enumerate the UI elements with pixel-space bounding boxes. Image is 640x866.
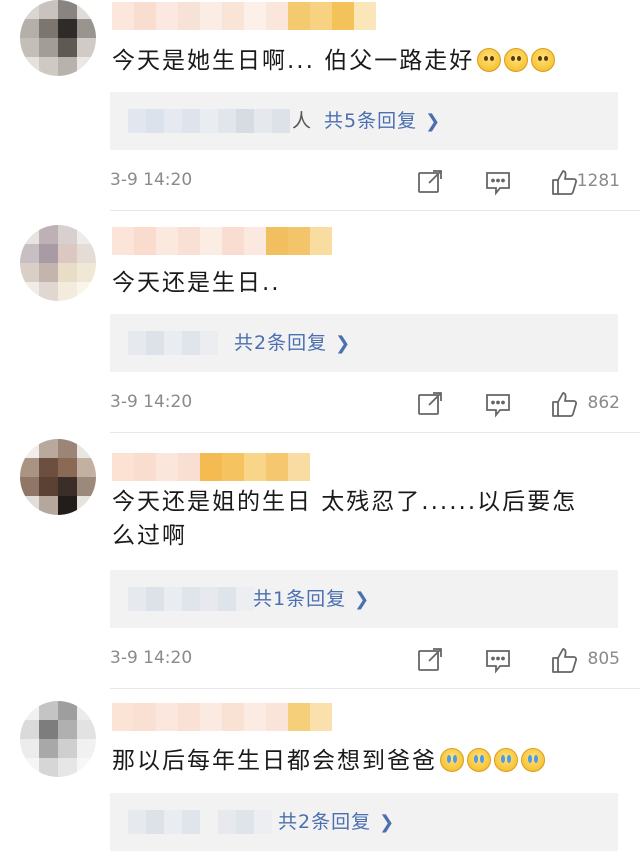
avatar[interactable] <box>20 225 96 301</box>
view-replies-label: 共5条回复 <box>324 110 418 132</box>
view-replies-label: 共1条回复 <box>253 588 347 610</box>
sad-face-emoji-icon <box>531 48 556 72</box>
avatar[interactable] <box>20 0 96 76</box>
username-redacted[interactable] <box>112 227 332 255</box>
comment-text: 今天是她生日啊... 伯父一路走好 <box>112 44 600 78</box>
comment-body: 那以后每年生日都会想到爸爸 <box>112 748 437 774</box>
username-redacted[interactable] <box>112 2 376 30</box>
reply-summary[interactable]: 人 共5条回复 ❯ <box>110 92 618 150</box>
comment-time: 3-9 14:20 <box>110 648 193 668</box>
username-redacted[interactable] <box>112 703 332 731</box>
comment-meta: 3-9 14:20 862 <box>110 390 620 420</box>
chevron-right-icon: ❯ <box>354 589 371 610</box>
reply-tail-text: 人 <box>292 110 312 132</box>
reply-summary[interactable]: 共1条回复 ❯ <box>110 570 618 628</box>
reply-summary[interactable]: 共2条回复 ❯ <box>110 314 618 372</box>
comment-item: 那以后每年生日都会想到爸爸 共2条回复 ❯ <box>0 689 640 866</box>
crying-face-emoji-icon <box>521 748 545 772</box>
reply-username-redacted <box>128 331 218 355</box>
like-count: 1281 <box>576 171 620 191</box>
comment-meta: 3-9 14:20 805 <box>110 646 620 676</box>
view-replies-link[interactable]: 共2条回复 ❯ <box>234 329 351 358</box>
comment-text: 今天还是生日.. <box>112 266 600 300</box>
thumbs-up-icon[interactable] <box>550 646 578 674</box>
sad-face-emoji-icon <box>504 48 529 72</box>
comment-icon[interactable] <box>484 168 512 196</box>
share-icon[interactable] <box>416 390 444 418</box>
view-replies-label: 共2条回复 <box>278 811 372 833</box>
comment-item: 今天还是生日.. 共2条回复 ❯ 3-9 14:20 862 <box>0 211 640 433</box>
crying-face-emoji-icon <box>440 748 464 772</box>
comment-time: 3-9 14:20 <box>110 392 193 412</box>
chevron-right-icon: ❯ <box>379 812 396 833</box>
comment-body: 今天还是生日.. <box>112 270 281 296</box>
crying-face-emoji-icon <box>467 748 491 772</box>
comment-text: 那以后每年生日都会想到爸爸 <box>112 744 600 778</box>
share-icon[interactable] <box>416 646 444 674</box>
comment-item: 今天是她生日啊... 伯父一路走好 人 共5条回复 ❯ 3-9 14:20 128… <box>0 0 640 211</box>
reply-username-redacted <box>128 587 254 611</box>
thumbs-up-icon[interactable] <box>550 168 578 196</box>
chevron-right-icon: ❯ <box>335 333 352 354</box>
avatar[interactable] <box>20 701 96 777</box>
like-count: 862 <box>587 393 620 413</box>
share-icon[interactable] <box>416 168 444 196</box>
reply-summary[interactable]: 共2条回复 ❯ <box>110 793 618 851</box>
comment-icon[interactable] <box>484 390 512 418</box>
chevron-right-icon: ❯ <box>425 111 442 132</box>
comment-time: 3-9 14:20 <box>110 170 193 190</box>
view-replies-link[interactable]: 共1条回复 ❯ <box>253 585 370 614</box>
view-replies-label: 共2条回复 <box>234 332 328 354</box>
reply-username-redacted <box>128 109 290 133</box>
comment-text: 今天还是姐的生日 太残忍了......以后要怎么过啊 <box>112 485 600 553</box>
view-replies-link[interactable]: 共2条回复 ❯ <box>278 808 395 837</box>
thumbs-up-icon[interactable] <box>550 390 578 418</box>
comment-body: 今天还是姐的生日 太残忍了......以后要怎么过啊 <box>112 489 578 549</box>
avatar[interactable] <box>20 439 96 515</box>
like-count: 805 <box>587 649 620 669</box>
username-redacted[interactable] <box>112 453 310 481</box>
comment-item: 今天还是姐的生日 太残忍了......以后要怎么过啊 共1条回复 ❯ 3-9 14… <box>0 433 640 689</box>
comment-icon[interactable] <box>484 646 512 674</box>
comment-meta: 3-9 14:20 1281 <box>110 168 620 198</box>
sad-face-emoji-icon <box>477 48 502 72</box>
comment-body: 今天是她生日啊... 伯父一路走好 <box>112 48 475 74</box>
view-replies-link[interactable]: 共5条回复 ❯ <box>324 107 441 136</box>
crying-face-emoji-icon <box>494 748 518 772</box>
reply-username-redacted <box>128 810 272 834</box>
